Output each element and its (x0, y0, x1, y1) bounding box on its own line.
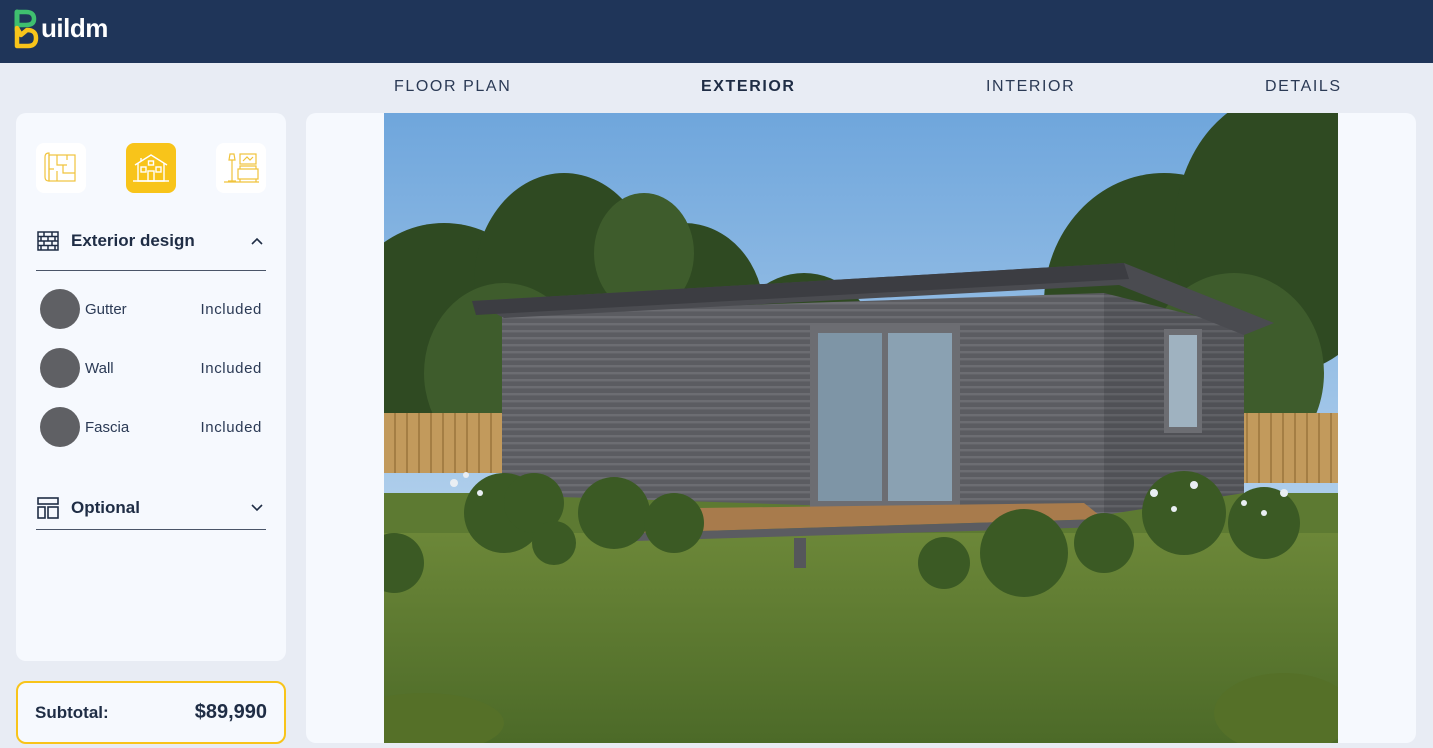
gutter-color-swatch[interactable] (40, 289, 80, 329)
option-label: Fascia (85, 418, 130, 436)
top-bar: uildm (0, 0, 1433, 63)
logo-mark-icon (14, 9, 39, 49)
option-status: Included (200, 418, 262, 436)
option-gutter[interactable]: Gutter Included (40, 289, 262, 329)
tab-floor-plan[interactable]: FLOOR PLAN (394, 78, 511, 96)
tab-exterior[interactable]: EXTERIOR (701, 78, 796, 96)
subtotal-label: Subtotal: (35, 702, 109, 722)
exterior-design-section-toggle[interactable]: Exterior design (36, 223, 266, 259)
wall-color-swatch[interactable] (40, 348, 80, 388)
chevron-up-icon (250, 234, 264, 248)
fascia-color-swatch[interactable] (40, 407, 80, 447)
section-divider (36, 270, 266, 271)
view-tabs: FLOOR PLAN EXTERIOR INTERIOR DETAILS (0, 78, 1433, 100)
layout-icon (36, 496, 60, 520)
buildm-logo[interactable]: uildm (14, 8, 108, 52)
option-fascia[interactable]: Fascia Included (40, 407, 262, 447)
mode-exterior-button[interactable] (126, 143, 176, 193)
exterior-design-title: Exterior design (71, 231, 195, 250)
option-label: Wall (85, 359, 114, 377)
floor-plan-icon (44, 152, 76, 182)
optional-section-toggle[interactable]: Optional (36, 490, 266, 526)
subtotal-box: Subtotal: $89,990 (16, 681, 286, 744)
option-status: Included (200, 300, 262, 318)
optional-title: Optional (71, 498, 140, 517)
option-wall[interactable]: Wall Included (40, 348, 262, 388)
options-sidebar: Exterior design Gutter Included Wall Inc… (16, 113, 286, 661)
option-label: Gutter (85, 300, 127, 318)
exterior-render-image[interactable] (384, 113, 1338, 743)
chevron-down-icon (250, 501, 264, 515)
house-exterior-icon (133, 154, 169, 182)
tab-interior[interactable]: INTERIOR (986, 78, 1075, 96)
option-status: Included (200, 359, 262, 377)
tab-details[interactable]: DETAILS (1265, 78, 1342, 96)
mode-floor-plan-button[interactable] (36, 143, 86, 193)
logo-text: uildm (41, 12, 108, 43)
subtotal-value: $89,990 (194, 701, 267, 723)
interior-room-icon (224, 153, 259, 183)
design-viewer (306, 113, 1416, 743)
brick-wall-icon (36, 229, 60, 253)
mode-interior-button[interactable] (216, 143, 266, 193)
section-divider (36, 529, 266, 530)
